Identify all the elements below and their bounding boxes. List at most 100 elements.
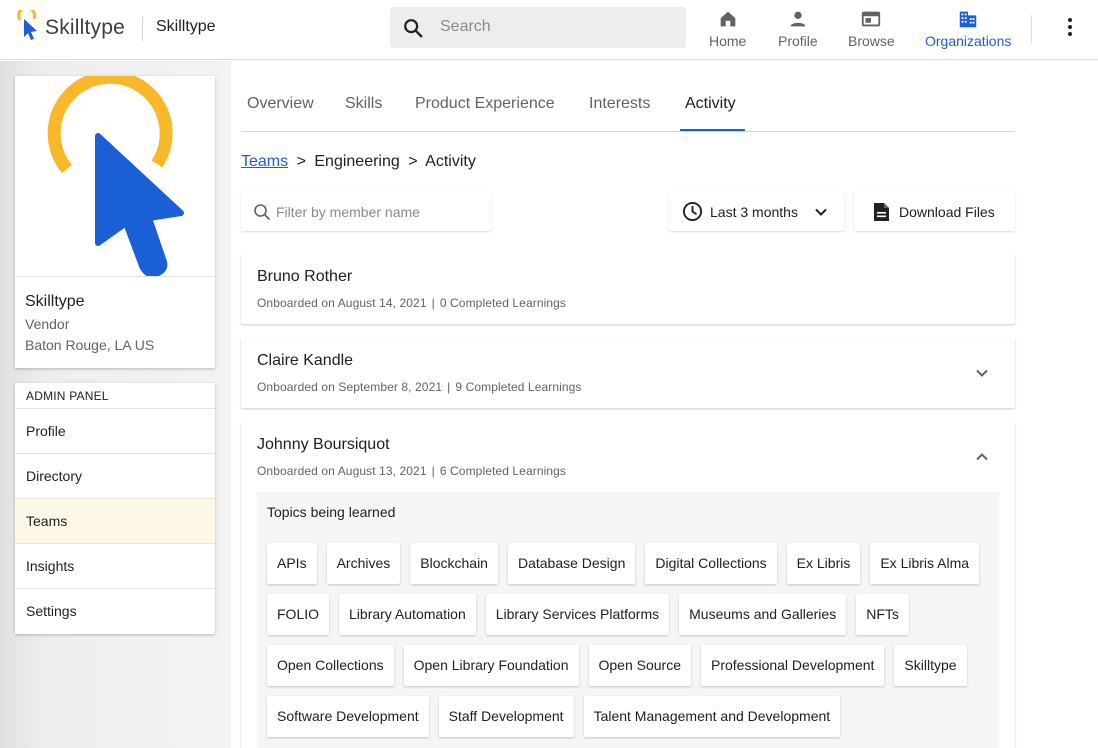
breadcrumb-separator: > bbox=[408, 153, 418, 170]
member-meta: Onboarded on September 8, 2021 | 9 Complet… bbox=[257, 380, 582, 394]
topic-chip[interactable]: Library Automation bbox=[339, 594, 476, 635]
nav-organizations[interactable]: Organizations bbox=[925, 8, 1011, 49]
admin-item-teams[interactable]: Teams bbox=[15, 499, 215, 544]
member-card-expanded[interactable]: Johnny Boursiquot Onboarded on August 13… bbox=[241, 421, 1015, 748]
browse-icon bbox=[862, 11, 881, 27]
member-learnings: 0 Completed Learnings bbox=[439, 296, 567, 310]
tab-activity[interactable]: Activity bbox=[685, 95, 736, 113]
nav-browse-label: Browse bbox=[848, 33, 895, 49]
nav-home-label: Home bbox=[709, 33, 747, 49]
meta-separator: | bbox=[431, 464, 435, 478]
download-files-label: Download Files bbox=[899, 204, 995, 220]
file-icon bbox=[874, 203, 889, 221]
topic-chip[interactable]: Ex Libris Alma bbox=[870, 543, 980, 584]
home-icon bbox=[720, 11, 736, 27]
search-box[interactable]: Search bbox=[390, 7, 686, 48]
topic-chip[interactable]: NFTs bbox=[856, 594, 909, 635]
topic-chip[interactable]: Archives bbox=[326, 543, 401, 584]
topic-chip[interactable]: Database Design bbox=[507, 543, 636, 584]
more-options-icon[interactable] bbox=[1062, 16, 1078, 38]
search-icon bbox=[404, 19, 423, 38]
admin-item-directory[interactable]: Directory bbox=[15, 454, 215, 499]
breadcrumb-engineering: Engineering bbox=[314, 153, 400, 170]
admin-item-settings[interactable]: Settings bbox=[15, 589, 215, 634]
meta-separator: | bbox=[431, 296, 435, 310]
member-meta: Onboarded on August 14, 2021 | 0 Completed… bbox=[257, 296, 566, 310]
admin-panel: ADMIN PANEL Profile Directory Teams Insi… bbox=[15, 383, 215, 634]
admin-item-profile[interactable]: Profile bbox=[15, 409, 215, 454]
search-input[interactable]: Search bbox=[440, 18, 491, 36]
tab-interests[interactable]: Interests bbox=[589, 95, 650, 113]
member-learnings: 9 Completed Learnings bbox=[455, 380, 582, 394]
breadcrumb-separator: > bbox=[296, 153, 306, 170]
brand[interactable]: Skilltype bbox=[15, 10, 125, 46]
member-onboarded: Onboarded on August 14, 2021 bbox=[257, 296, 427, 310]
breadcrumb-teams-link[interactable]: Teams bbox=[241, 153, 288, 170]
member-onboarded: Onboarded on September 8, 2021 bbox=[257, 380, 443, 394]
org-name: Skilltype bbox=[25, 293, 85, 310]
chevron-down-icon bbox=[815, 208, 827, 216]
topic-chip[interactable]: Open Library Foundation bbox=[403, 645, 579, 686]
clock-icon bbox=[682, 201, 703, 222]
member-filter-input[interactable]: Filter by member name bbox=[276, 204, 420, 220]
nav-profile[interactable]: Profile bbox=[778, 8, 818, 49]
divider bbox=[15, 276, 215, 277]
org-name: Skilltype bbox=[156, 18, 216, 35]
search-icon bbox=[254, 204, 270, 220]
topic-chip[interactable]: Software Development bbox=[267, 696, 429, 737]
topic-chip[interactable]: Talent Management and Development bbox=[583, 696, 841, 737]
member-onboarded: Onboarded on August 13, 2021 bbox=[257, 464, 427, 478]
member-name: Johnny Boursiquot bbox=[257, 436, 390, 453]
download-files-button[interactable]: Download Files bbox=[854, 192, 1015, 231]
member-meta: Onboarded on August 13, 2021 | 6 Completed… bbox=[257, 464, 566, 478]
org-profile-card: Skilltype Vendor Baton Rouge, LA US bbox=[15, 76, 215, 368]
member-card[interactable]: Claire Kandle Onboarded on September 8, … bbox=[241, 337, 1015, 408]
topic-chip[interactable]: Library Services Platforms bbox=[485, 594, 670, 635]
skilltype-logo-icon bbox=[47, 76, 184, 276]
breadcrumb-current: Activity bbox=[425, 153, 476, 170]
building-icon bbox=[959, 11, 977, 28]
breadcrumb: Teams > Engineering > Activity bbox=[241, 153, 476, 171]
nav-organizations-label: Organizations bbox=[925, 33, 1012, 49]
topic-chip[interactable]: Professional Development bbox=[701, 645, 885, 686]
top-bar: Skilltype Skilltype Search Home Profile … bbox=[0, 0, 1098, 60]
topic-chip[interactable]: APIs bbox=[267, 543, 317, 584]
topic-chip[interactable]: FOLIO bbox=[267, 594, 330, 635]
tab-product-experience[interactable]: Product Experience bbox=[415, 95, 555, 113]
topic-chip[interactable]: Blockchain bbox=[410, 543, 498, 584]
topic-chip-list: APIs Archives Blockchain Database Design Dig… bbox=[267, 543, 997, 737]
divider bbox=[142, 17, 143, 41]
topic-chip[interactable]: Skilltype bbox=[894, 645, 967, 686]
admin-item-insights[interactable]: Insights bbox=[15, 544, 215, 589]
nav-home[interactable]: Home bbox=[709, 8, 746, 49]
meta-separator: | bbox=[447, 380, 451, 394]
topics-title: Topics being learned bbox=[267, 504, 396, 520]
member-card[interactable]: Bruno Rother Onboarded on August 14, 202… bbox=[241, 253, 1015, 324]
topic-chip[interactable]: Open Source bbox=[588, 645, 691, 686]
tab-skills[interactable]: Skills bbox=[345, 95, 382, 113]
tab-overview[interactable]: Overview bbox=[247, 95, 314, 113]
nav-browse[interactable]: Browse bbox=[848, 8, 895, 49]
org-location: Baton Rouge, LA US bbox=[25, 337, 155, 353]
chevron-down-icon[interactable] bbox=[973, 364, 991, 382]
divider bbox=[1031, 15, 1032, 43]
org-type: Vendor bbox=[25, 316, 70, 332]
member-learnings: 6 Completed Learnings bbox=[439, 464, 567, 478]
topics-panel: Topics being learned APIs Archives Blockch… bbox=[257, 492, 999, 748]
chevron-up-icon[interactable] bbox=[973, 448, 991, 466]
topic-chip[interactable]: Staff Development bbox=[438, 696, 574, 737]
topic-chip[interactable]: Open Collections bbox=[267, 645, 394, 686]
nav-profile-label: Profile bbox=[778, 33, 818, 49]
member-name: Claire Kandle bbox=[257, 352, 354, 369]
topic-chip[interactable]: Digital Collections bbox=[645, 543, 777, 584]
member-filter-field[interactable]: Filter by member name bbox=[241, 192, 491, 231]
date-range-label: Last 3 months bbox=[710, 204, 798, 220]
brand-name: Skilltype bbox=[45, 16, 125, 39]
topic-chip[interactable]: Museums and Galleries bbox=[679, 594, 847, 635]
topic-chip[interactable]: Ex Libris bbox=[786, 543, 861, 584]
member-name: Bruno Rother bbox=[257, 268, 353, 285]
person-icon bbox=[790, 11, 806, 27]
tab-bar: Overview Skills Product Experience Inter… bbox=[241, 86, 1015, 132]
date-range-select[interactable]: Last 3 months bbox=[669, 192, 844, 231]
skilltype-logo-icon bbox=[17, 10, 37, 40]
